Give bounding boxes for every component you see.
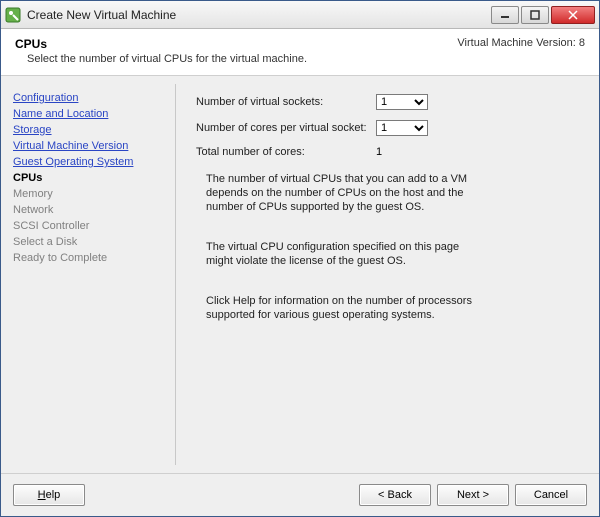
step-network: Network [13,202,163,218]
sockets-label: Number of virtual sockets: [196,96,376,108]
window-buttons [491,6,595,24]
close-button[interactable] [551,6,595,24]
titlebar: Create New Virtual Machine [1,1,599,29]
wizard-content: Number of virtual sockets: 1 Number of c… [175,84,591,465]
info-paragraph-2: The virtual CPU configuration specified … [206,240,486,268]
page-subheading: Select the number of virtual CPUs for th… [27,53,585,65]
step-memory: Memory [13,186,163,202]
wizard-header: CPUs Select the number of virtual CPUs f… [1,29,599,76]
step-configuration[interactable]: Configuration [13,90,163,106]
step-storage[interactable]: Storage [13,122,163,138]
step-cpus: CPUs [13,170,163,186]
wizard-window: Create New Virtual Machine CPUs Select t… [0,0,600,517]
wizard-footer: Help < Back Next > Cancel [1,473,599,516]
cores-per-socket-label: Number of cores per virtual socket: [196,122,376,134]
step-scsi-controller: SCSI Controller [13,218,163,234]
step-ready-complete: Ready to Complete [13,250,163,266]
total-cores-value: 1 [376,146,436,158]
step-guest-os[interactable]: Guest Operating System [13,154,163,170]
info-paragraph-3: Click Help for information on the number… [206,294,486,322]
minimize-button[interactable] [491,6,519,24]
cancel-button[interactable]: Cancel [515,484,587,506]
step-name-location[interactable]: Name and Location [13,106,163,122]
window-title: Create New Virtual Machine [27,8,491,22]
step-select-disk: Select a Disk [13,234,163,250]
wizard-body: Configuration Name and Location Storage … [1,76,599,473]
total-cores-label: Total number of cores: [196,146,376,158]
step-vm-version[interactable]: Virtual Machine Version [13,138,163,154]
vm-version-label: Virtual Machine Version: 8 [457,37,585,49]
info-paragraph-1: The number of virtual CPUs that you can … [206,172,486,214]
sockets-select[interactable]: 1 [376,94,428,110]
back-button[interactable]: < Back [359,484,431,506]
wizard-steps-sidebar: Configuration Name and Location Storage … [9,84,167,465]
next-button[interactable]: Next > [437,484,509,506]
help-button[interactable]: Help [13,484,85,506]
app-icon [5,7,21,23]
cores-per-socket-select[interactable]: 1 [376,120,428,136]
maximize-button[interactable] [521,6,549,24]
